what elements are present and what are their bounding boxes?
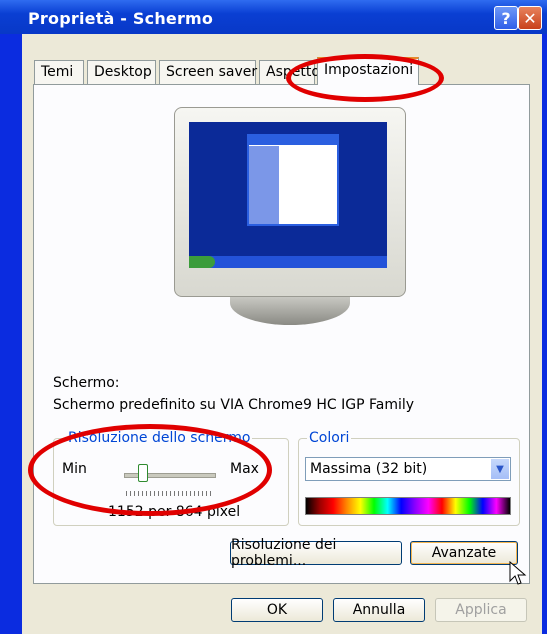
- preview-taskbar: [189, 256, 387, 268]
- help-button[interactable]: ?: [494, 6, 518, 30]
- dialog-client: Temi Desktop Screen saver Aspetto Impost…: [22, 34, 542, 634]
- display-heading: Schermo:: [53, 375, 120, 391]
- tab-screen-saver[interactable]: Screen saver: [159, 60, 257, 84]
- preview-window-titlebar: [249, 136, 337, 145]
- preview-start-button: [189, 256, 215, 268]
- monitor-preview: [174, 107, 406, 337]
- highlight-ellipse-resolution: [28, 424, 272, 516]
- tab-temi[interactable]: Temi: [34, 60, 84, 84]
- display-device-name: Schermo predefinito su VIA Chrome9 HC IG…: [53, 397, 415, 413]
- chevron-down-icon[interactable]: ▼: [491, 459, 509, 479]
- tab-desktop[interactable]: Desktop: [87, 60, 156, 84]
- monitor-stand: [230, 297, 350, 325]
- close-button[interactable]: ✕: [518, 6, 542, 30]
- preview-window: [247, 134, 339, 226]
- window-title: Proprietà - Schermo: [28, 9, 214, 28]
- color-quality-select[interactable]: Massima (32 bit) ▼: [305, 457, 511, 481]
- cancel-button[interactable]: Annulla: [333, 598, 425, 622]
- colors-group: Colori Massima (32 bit) ▼: [298, 430, 520, 526]
- title-bar[interactable]: Proprietà - Schermo ? ✕: [0, 0, 547, 34]
- mouse-pointer-icon: [509, 561, 527, 585]
- advanced-button[interactable]: Avanzate: [410, 541, 518, 565]
- colors-legend: Colori: [307, 430, 352, 446]
- ok-button[interactable]: OK: [231, 598, 323, 622]
- troubleshoot-button[interactable]: Risoluzione dei problemi...: [230, 537, 402, 569]
- preview-screen: [189, 122, 387, 268]
- highlight-ellipse-settings-tab: [286, 54, 444, 102]
- color-quality-value: Massima (32 bit): [310, 461, 428, 477]
- display-properties-window: Proprietà - Schermo ? ✕ Temi Desktop Scr…: [0, 0, 547, 634]
- monitor-bezel: [174, 107, 406, 297]
- preview-window-sidebar: [249, 146, 279, 224]
- color-spectrum-bar: [305, 497, 511, 515]
- apply-button[interactable]: Applica: [435, 598, 527, 622]
